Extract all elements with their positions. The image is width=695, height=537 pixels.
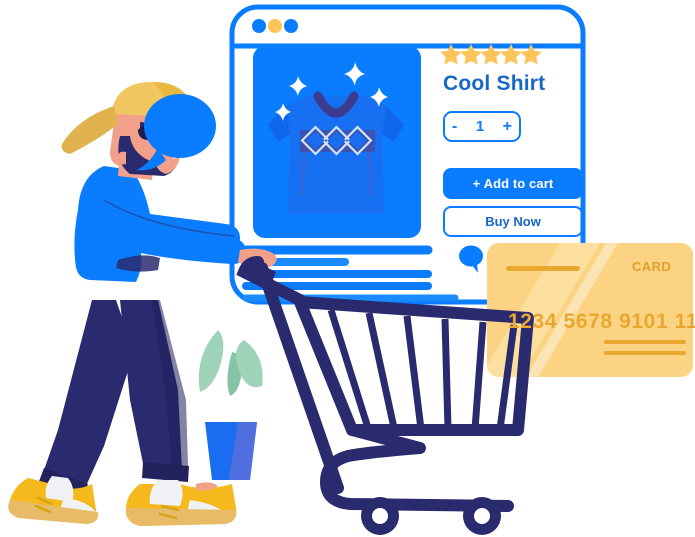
quantity-value: 1 (475, 118, 485, 135)
quantity-stepper[interactable]: - 1 + (443, 111, 521, 142)
card-chip-stripe (506, 266, 580, 271)
product-image[interactable] (253, 46, 421, 238)
cap-brim (61, 106, 118, 154)
add-to-cart-button[interactable]: + Add to cart (443, 168, 583, 199)
card-stripe-1 (604, 340, 686, 344)
window-dots (252, 19, 298, 33)
potted-plant (198, 330, 263, 480)
window-dot-minimize-icon (268, 19, 282, 33)
window-dot-close-icon (252, 19, 266, 33)
small-speech-bubble-icon (459, 245, 483, 273)
card-number: 1234 5678 9101 1121 (508, 310, 695, 333)
cart-basket-bars (327, 308, 518, 430)
illustration-canvas: Cool Shirt - 1 + + Add to cart Buy Now C… (0, 0, 695, 537)
quantity-decrement-button[interactable]: - (452, 118, 457, 135)
shoe-front-tongue (149, 480, 183, 506)
shirt-pattern (300, 125, 375, 156)
illustration-svg (8, 4, 693, 535)
shoe-back-tongue (45, 476, 74, 502)
leg-back (44, 300, 134, 486)
card-label: CARD (632, 259, 672, 274)
window-dot-maximize-icon (284, 19, 298, 33)
product-title: Cool Shirt (443, 72, 546, 95)
cart-lower-frame (320, 424, 514, 512)
buy-now-button[interactable]: Buy Now (443, 206, 583, 237)
quantity-increment-button[interactable]: + (503, 118, 512, 135)
shoe-front-sole (125, 508, 237, 526)
ear (118, 151, 126, 165)
card-stripe-2 (604, 351, 686, 355)
shoe-front (125, 480, 237, 526)
plant-leaf-left (198, 330, 224, 392)
